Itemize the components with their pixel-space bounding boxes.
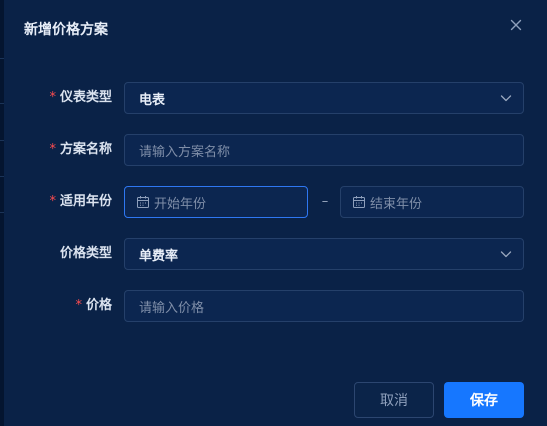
price-type-label: 价格类型 <box>0 244 112 264</box>
required-mark: * <box>49 90 56 105</box>
meter-type-select[interactable]: 电表 <box>124 82 524 114</box>
price-label: * 价格 <box>0 296 112 316</box>
applicable-year-label-text: 适用年份 <box>59 194 112 209</box>
close-icon <box>510 19 522 31</box>
calendar-icon <box>137 196 149 208</box>
required-mark: * <box>75 298 82 313</box>
start-year-placeholder: 开始年份 <box>154 196 207 212</box>
close-button[interactable] <box>506 15 526 35</box>
chevron-down-icon <box>500 251 512 258</box>
meter-type-value: 电表 <box>139 92 166 108</box>
meter-type-label-text: 仪表类型 <box>59 90 112 105</box>
price-input[interactable]: 请输入价格 <box>124 290 524 322</box>
year-range-separator: – <box>321 194 329 209</box>
add-price-plan-dialog: 新增价格方案 * 仪表类型 电表 * 方案名称 请输入方案名称 * 适用年份 开始年份… <box>4 0 547 426</box>
applicable-year-label: * 适用年份 <box>0 192 112 212</box>
start-year-picker[interactable]: 开始年份 <box>124 186 308 218</box>
end-year-picker[interactable]: 结束年份 <box>340 186 524 218</box>
required-mark: * <box>49 194 56 209</box>
price-type-label-text: 价格类型 <box>59 246 112 261</box>
price-placeholder: 请输入价格 <box>139 300 205 316</box>
end-year-placeholder: 结束年份 <box>370 196 423 212</box>
plan-name-label: * 方案名称 <box>0 140 112 160</box>
cancel-button[interactable]: 取消 <box>354 382 434 418</box>
meter-type-label: * 仪表类型 <box>0 88 112 108</box>
save-button[interactable]: 保存 <box>444 382 524 418</box>
plan-name-label-text: 方案名称 <box>59 142 112 157</box>
price-label-text: 价格 <box>85 298 112 313</box>
chevron-down-icon <box>500 95 512 102</box>
plan-name-input[interactable]: 请输入方案名称 <box>124 134 524 166</box>
price-type-value: 单费率 <box>139 248 179 264</box>
plan-name-placeholder: 请输入方案名称 <box>139 144 231 160</box>
dialog-title: 新增价格方案 <box>24 22 108 38</box>
price-type-select[interactable]: 单费率 <box>124 238 524 270</box>
required-mark: * <box>49 142 56 157</box>
calendar-icon <box>353 196 365 208</box>
